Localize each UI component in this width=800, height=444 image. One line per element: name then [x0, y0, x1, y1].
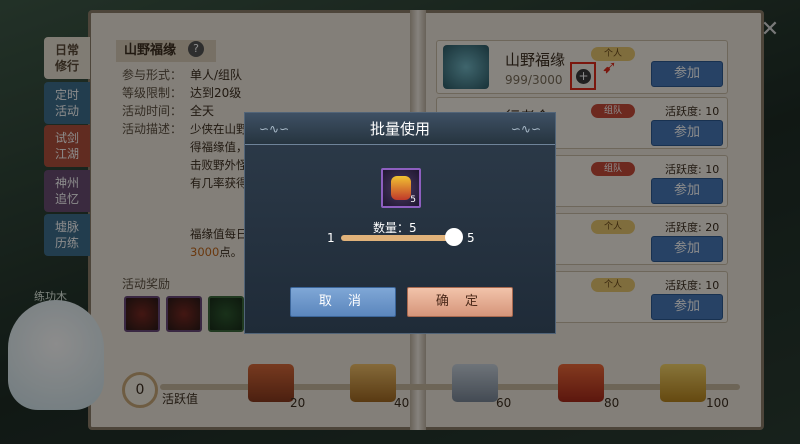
slider-thumb[interactable] — [445, 228, 463, 246]
confirm-button[interactable]: 确 定 — [407, 287, 513, 317]
slider-max: 5 — [467, 231, 475, 245]
cancel-button[interactable]: 取 消 — [290, 287, 396, 317]
item-count: 5 — [410, 195, 416, 205]
slider-min: 1 — [327, 231, 335, 245]
pouch-icon — [391, 176, 411, 200]
dialog-title: 批量使用 — [369, 120, 430, 138]
batch-use-dialog: ∽∿∽ ∽∿∽ 批量使用 5 数量：5 1 5 取 消 确 定 — [244, 112, 556, 334]
item-icon: 5 — [381, 168, 421, 208]
quantity-slider[interactable] — [341, 235, 455, 241]
quantity-label: 数量：5 — [373, 221, 417, 235]
